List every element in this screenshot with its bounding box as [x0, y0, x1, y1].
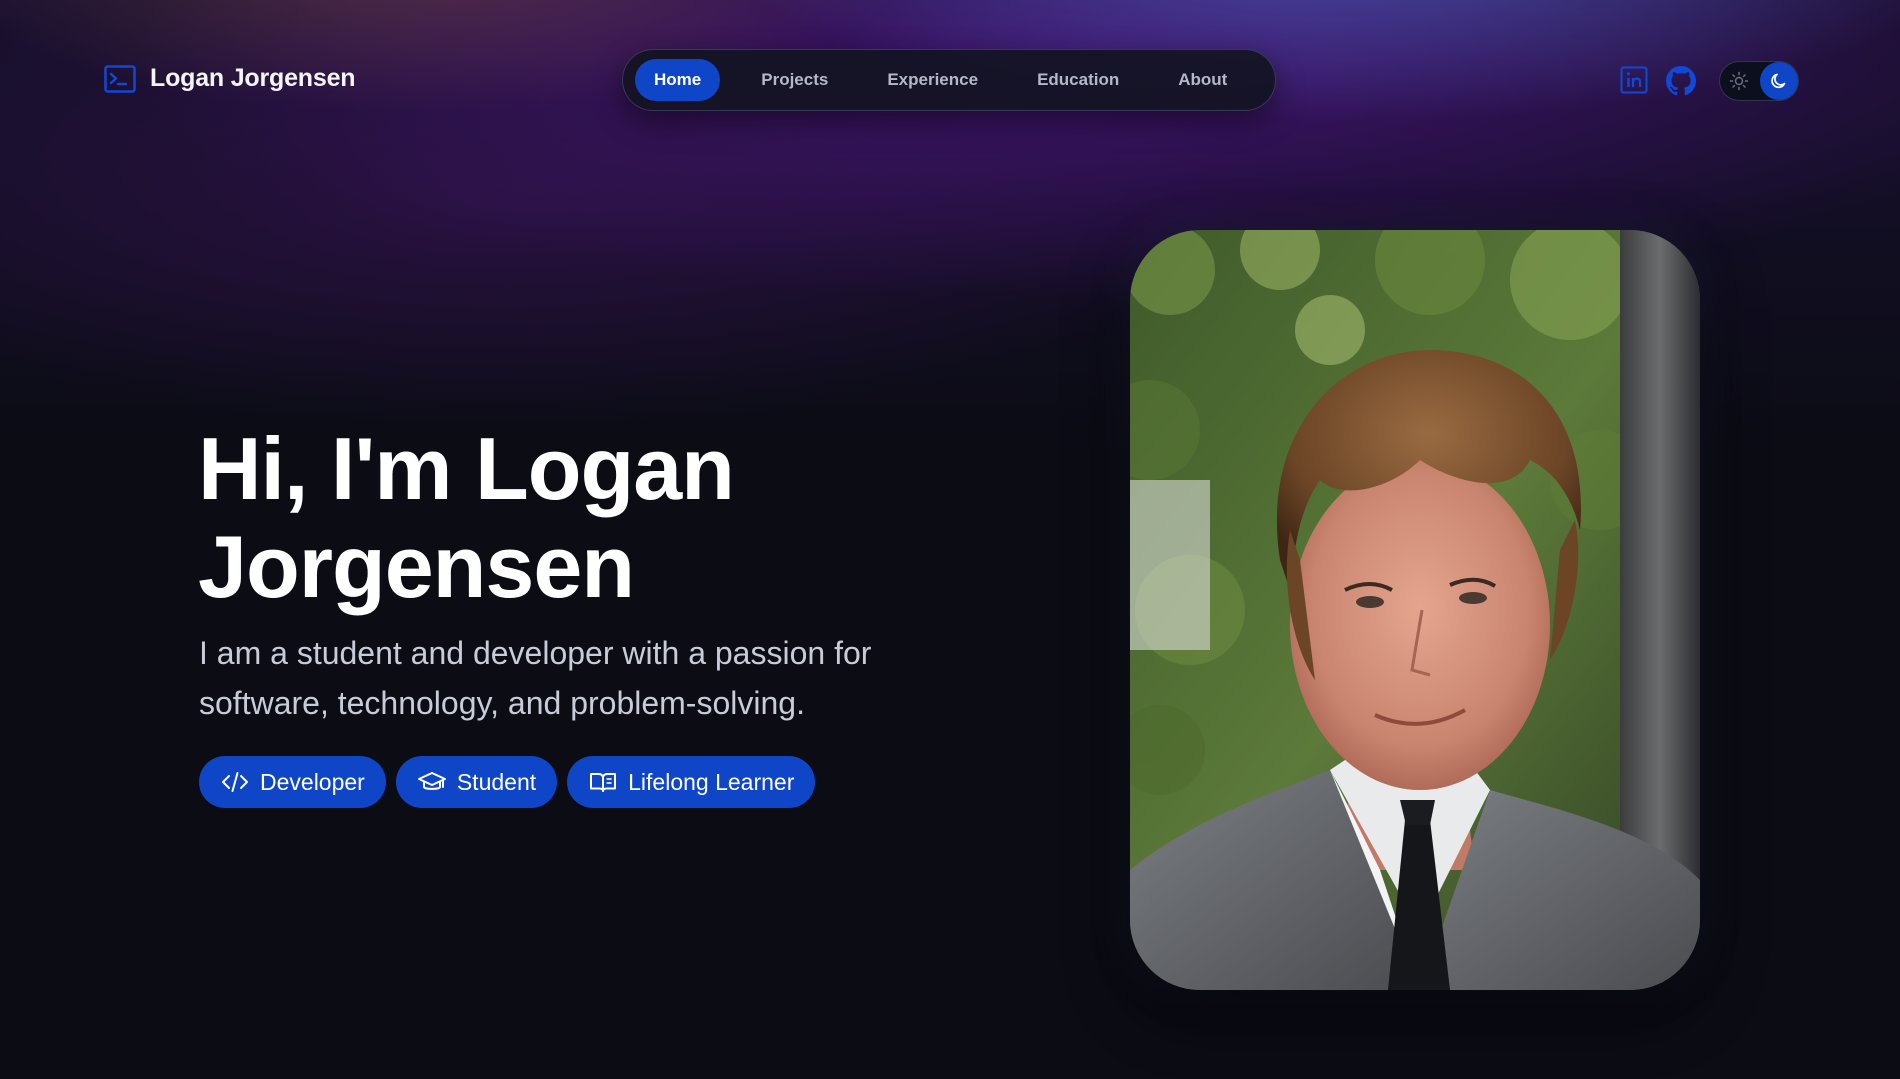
brand-name: Logan Jorgensen	[150, 64, 356, 92]
profile-photo	[1130, 230, 1700, 990]
nav-item-experience[interactable]: Experience	[868, 59, 997, 101]
theme-toggle[interactable]	[1719, 61, 1799, 101]
role-badges: Developer Student Lifelong Learner	[199, 756, 816, 808]
hero-title: Hi, I'm Logan Jorgensen	[198, 420, 898, 616]
book-open-icon	[590, 773, 617, 792]
brand-logo-link[interactable]: Logan Jorgensen	[104, 64, 356, 93]
main-nav: Home Projects Experience Education About	[622, 49, 1276, 111]
code-icon	[222, 772, 248, 792]
page: Logan Jorgensen Home Projects Experience…	[0, 0, 1900, 1079]
moon-icon	[1771, 73, 1786, 89]
linkedin-icon	[1620, 66, 1648, 94]
github-icon	[1666, 66, 1696, 96]
linkedin-link[interactable]	[1620, 66, 1648, 94]
nav-item-home[interactable]: Home	[635, 59, 721, 101]
profile-photo-illustration	[1130, 230, 1700, 990]
hero-subtitle: I am a student and developer with a pass…	[199, 635, 872, 721]
nav-item-education[interactable]: Education	[1018, 59, 1138, 101]
hero-title-line-2: Jorgensen	[198, 517, 635, 616]
github-link[interactable]	[1666, 66, 1696, 96]
nav-item-projects[interactable]: Projects	[742, 59, 847, 101]
hero-title-line-1: Hi, I'm Logan	[198, 419, 735, 518]
sun-icon	[1729, 71, 1749, 91]
terminal-icon	[104, 64, 136, 93]
nav-item-about[interactable]: About	[1159, 59, 1246, 101]
badge-student-label: Student	[456, 768, 537, 795]
badge-lifelong-learner-label: Lifelong Learner	[628, 768, 795, 795]
badge-student: Student	[395, 756, 558, 808]
badge-lifelong-learner: Lifelong Learner	[567, 756, 816, 808]
graduation-cap-icon	[417, 772, 446, 790]
theme-toggle-knob	[1760, 62, 1798, 100]
badge-developer-label: Developer	[260, 768, 365, 795]
badge-developer: Developer	[199, 756, 386, 808]
